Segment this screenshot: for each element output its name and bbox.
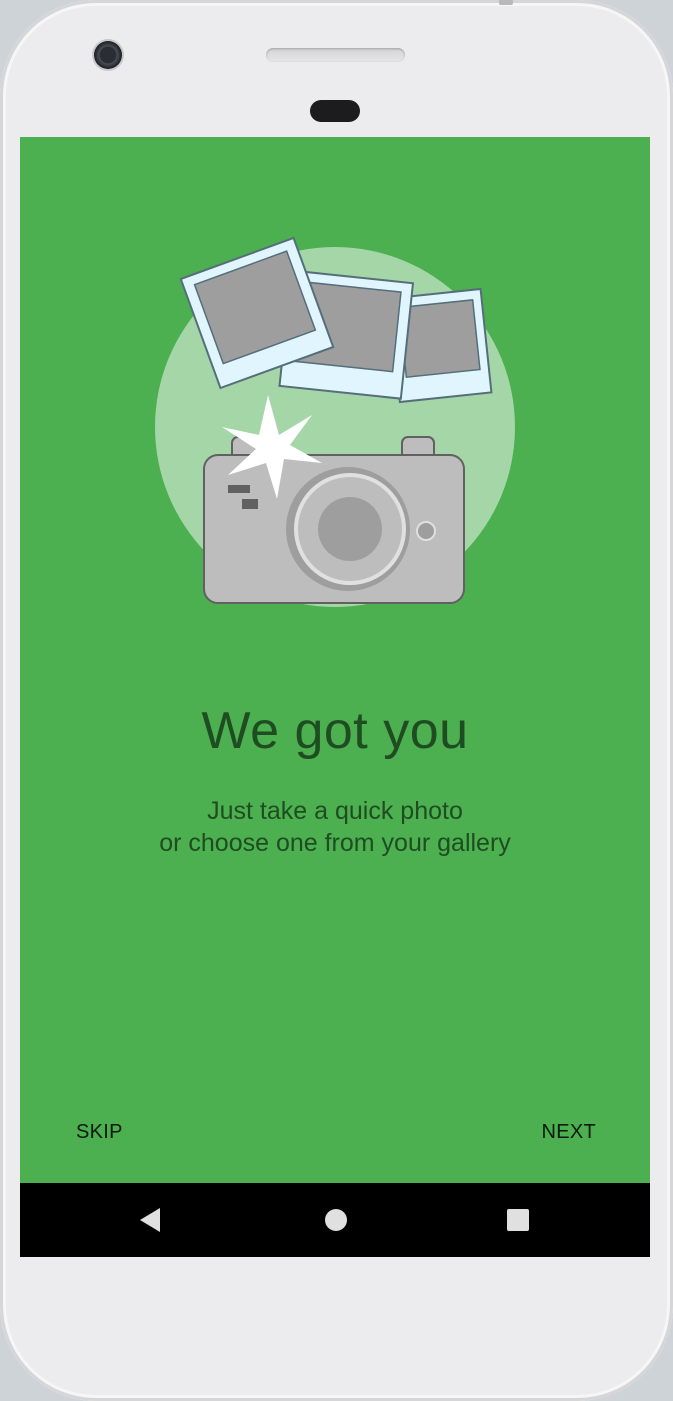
- skip-button[interactable]: SKIP: [76, 1121, 123, 1144]
- proximity-sensor: [310, 100, 360, 122]
- camera-photos-illustration: [155, 236, 515, 607]
- page-title: We got you: [201, 702, 469, 760]
- onboarding-screen: We got you Just take a quick photo or ch…: [20, 137, 650, 1183]
- subtitle-line-1: Just take a quick photo: [207, 797, 463, 825]
- page-subtitle: Just take a quick photo or choose one fr…: [20, 795, 650, 859]
- next-button[interactable]: NEXT: [541, 1121, 596, 1144]
- system-navigation-bar: [20, 1183, 650, 1257]
- back-icon[interactable]: [138, 1206, 166, 1234]
- recents-icon[interactable]: [504, 1206, 532, 1234]
- earpiece-speaker: [266, 48, 405, 62]
- power-button: [499, 0, 513, 5]
- phone-frame: We got you Just take a quick photo or ch…: [0, 0, 673, 1401]
- home-icon[interactable]: [322, 1206, 350, 1234]
- subtitle-line-2: or choose one from your gallery: [159, 829, 511, 857]
- front-camera-icon: [94, 41, 122, 69]
